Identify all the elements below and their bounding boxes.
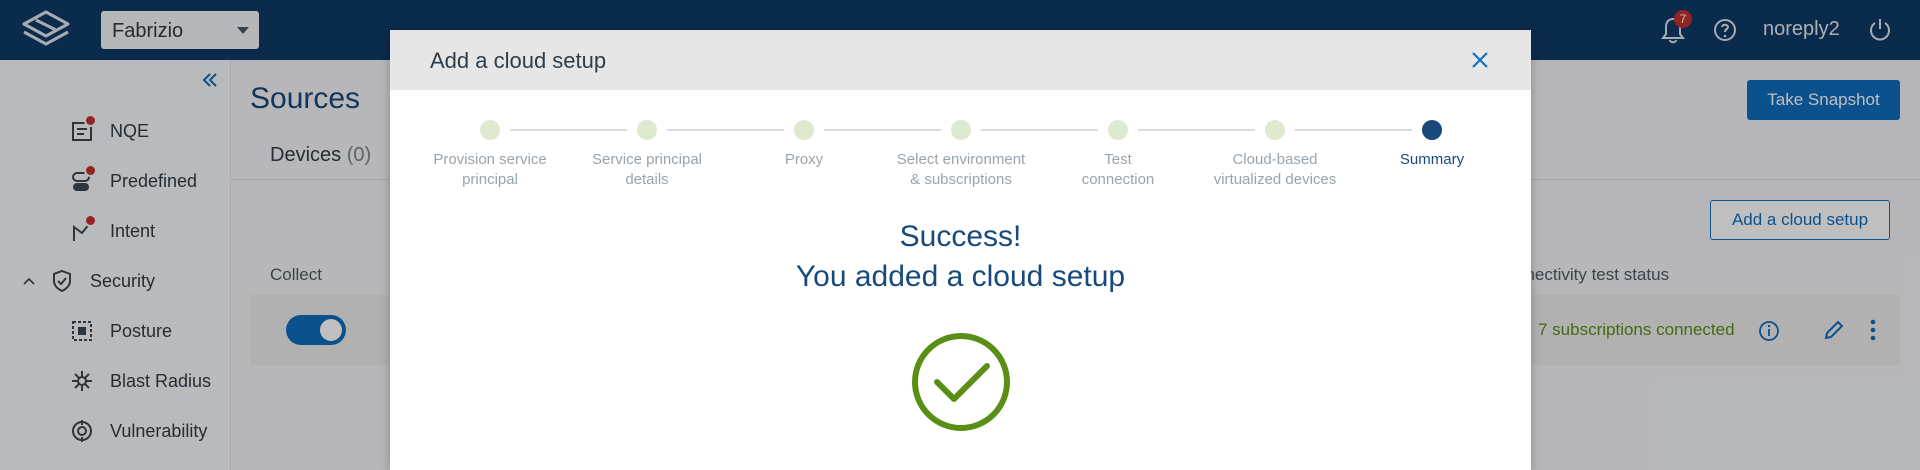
dialog-header: Add a cloud setup [390, 30, 1531, 90]
step-label: Select environment & subscriptions [896, 151, 1026, 188]
step-circle [1108, 120, 1128, 140]
close-icon[interactable] [1470, 50, 1490, 70]
step-select-environment: Select environment & subscriptions [891, 120, 1031, 190]
step-circle [1265, 120, 1285, 140]
step-label: Test connection [1081, 151, 1155, 188]
dialog-title: Add a cloud setup [430, 48, 607, 73]
success-heading: Success! [899, 220, 1022, 253]
success-message: You added a cloud setup [795, 260, 1126, 293]
step-label: Cloud-based virtualized devices [1213, 151, 1337, 188]
success-check-icon [912, 333, 1010, 431]
step-provision-service-principal: Provision service principal [420, 120, 560, 190]
step-service-principal-details: Service principal details [577, 120, 717, 190]
step-circle [794, 120, 814, 140]
step-circle [637, 120, 657, 140]
step-label: Summary [1399, 151, 1465, 168]
step-summary: Summary [1362, 120, 1502, 170]
step-circle [480, 120, 500, 140]
step-label: Service principal details [591, 151, 703, 188]
step-test-connection: Test connection [1048, 120, 1188, 190]
step-label: Provision service principal [433, 151, 547, 188]
step-label: Proxy [784, 151, 824, 168]
step-circle [951, 120, 971, 140]
step-circle-active [1422, 120, 1442, 140]
step-cloud-based-devices: Cloud-based virtualized devices [1205, 120, 1345, 190]
step-proxy: Proxy [734, 120, 874, 170]
